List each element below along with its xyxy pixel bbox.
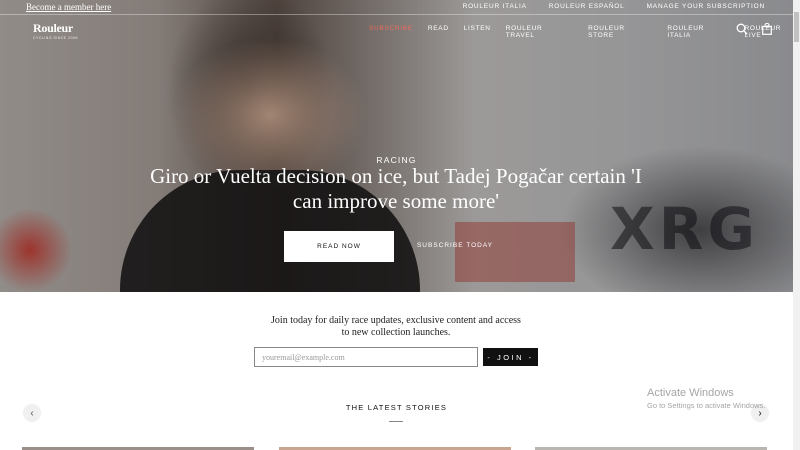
watermark-subtitle: Go to Settings to activate Windows.	[647, 401, 766, 410]
nav-item-subscribe[interactable]: Subscribe	[369, 25, 413, 39]
email-field[interactable]	[254, 347, 478, 367]
top-link-manage-subscription[interactable]: Manage your subscription	[647, 3, 765, 10]
subscribe-today-link[interactable]: Subscribe today	[412, 242, 498, 249]
top-links: Rouleur Italia Rouleur Español Manage yo…	[463, 3, 765, 10]
top-link-rouleur-italia[interactable]: Rouleur Italia	[463, 3, 527, 10]
scrollbar[interactable]	[793, 0, 800, 450]
nav-item-listen[interactable]: Listen	[464, 25, 491, 39]
scrollbar-thumb[interactable]	[794, 12, 799, 42]
site-logo[interactable]: Rouleur CYCLING SINCE 2006	[33, 21, 78, 40]
title-divider	[389, 421, 403, 422]
logo-wordmark: Rouleur	[33, 21, 73, 35]
nav-item-rouleur-travel[interactable]: Rouleur Travel	[506, 25, 573, 39]
top-link-rouleur-espanol[interactable]: Rouleur Español	[549, 3, 625, 10]
shopping-bag-icon[interactable]	[762, 23, 772, 35]
nav-item-rouleur-store[interactable]: Rouleur Store	[588, 25, 652, 39]
nav-item-read[interactable]: Read	[428, 25, 449, 39]
nav-item-rouleur-live[interactable]: Rouleur Live	[745, 25, 800, 39]
hero-overlay	[0, 0, 793, 292]
read-now-button[interactable]: Read now	[284, 231, 394, 262]
hero-banner[interactable]: XRG	[0, 0, 793, 292]
windows-activation-watermark: Activate Windows Go to Settings to activ…	[647, 387, 765, 410]
watermark-title: Activate Windows	[647, 387, 734, 399]
search-icon[interactable]	[736, 23, 748, 35]
logo-tagline: CYCLING SINCE 2006	[33, 36, 78, 40]
newsletter-text: Join today for daily race updates, exclu…	[271, 315, 521, 338]
top-bar: Become a member here Rouleur Italia Roul…	[0, 0, 793, 15]
become-member-link[interactable]: Become a member here	[26, 2, 111, 12]
hero-headline[interactable]: Giro or Vuelta decision on ice, but Tade…	[146, 164, 646, 214]
join-button[interactable]: - JOIN -	[483, 348, 538, 366]
nav-item-rouleur-italia[interactable]: Rouleur Italia	[667, 25, 729, 39]
